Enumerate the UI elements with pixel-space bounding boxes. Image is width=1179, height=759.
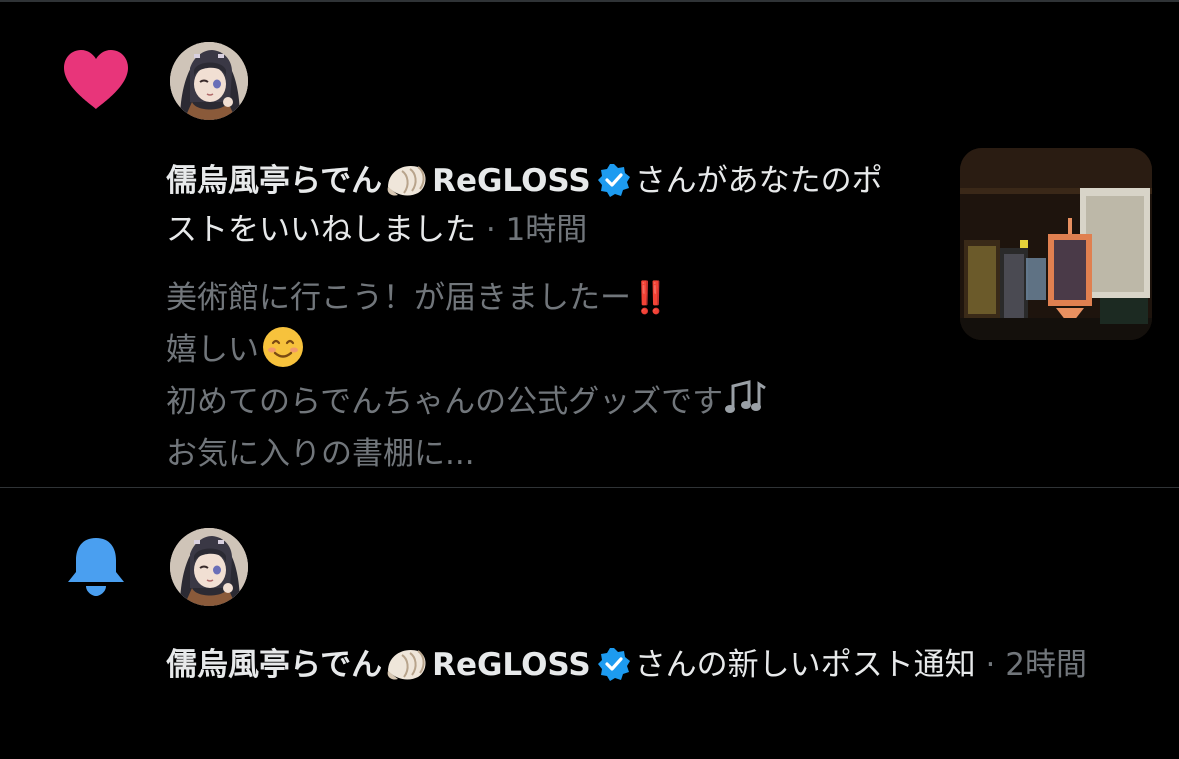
excerpt-line-2: 嬉しい xyxy=(166,332,259,368)
spiral-shell-icon xyxy=(387,165,426,196)
heart-icon xyxy=(64,50,128,109)
bell-icon xyxy=(68,538,124,596)
excerpt-line-3: 初めてのらでんちゃんの公式グッズです xyxy=(166,384,724,420)
avatar[interactable] xyxy=(170,528,248,606)
spiral-shell-icon xyxy=(387,649,426,680)
excerpt-line-4: お気に入りの書棚に... xyxy=(166,436,475,472)
smiling-face-icon xyxy=(263,327,303,367)
post-excerpt[interactable]: 美術館に行こう！が届きましたー‼️ 嬉しい 初めてのらでんちゃんの公式グッズです… xyxy=(166,272,926,480)
notification-text: 儒烏風亭らでん ReGLOSS さんがあなたのポストをいいねしました · 1時間 xyxy=(166,157,896,255)
user-name[interactable]: 儒烏風亭らでん xyxy=(166,647,382,683)
separator: · xyxy=(476,212,506,248)
separator: · xyxy=(975,647,1006,683)
verified-badge-icon xyxy=(597,648,630,681)
timestamp: 1時間 xyxy=(505,212,588,248)
double-exclamation-icon: ‼️ xyxy=(631,280,670,316)
timestamp: 2時間 xyxy=(1005,647,1087,683)
excerpt-line-1: 美術館に行こう！が届きましたー xyxy=(166,280,631,316)
notification-like[interactable]: 儒烏風亭らでん ReGLOSS さんがあなたのポストをいいねしました · 1時間… xyxy=(0,2,1179,487)
notification-new-post[interactable]: 儒烏風亭らでん ReGLOSS さんの新しいポスト通知 · 2時間 xyxy=(0,488,1179,759)
avatar-image xyxy=(170,528,248,606)
user-name[interactable]: 儒烏風亭らでん xyxy=(166,163,382,199)
user-name-suffix[interactable]: ReGLOSS xyxy=(432,163,591,199)
notification-text: 儒烏風亭らでん ReGLOSS さんの新しいポスト通知 · 2時間 xyxy=(166,641,1156,690)
avatar-image xyxy=(170,42,248,120)
post-thumbnail[interactable] xyxy=(960,148,1152,340)
verified-badge-icon xyxy=(597,164,630,197)
thumbnail-image xyxy=(960,148,1152,340)
user-name-suffix[interactable]: ReGLOSS xyxy=(432,647,591,683)
action-text: さんの新しいポスト通知 xyxy=(634,647,976,683)
avatar[interactable] xyxy=(170,42,248,120)
musical-notes-icon xyxy=(725,380,766,413)
